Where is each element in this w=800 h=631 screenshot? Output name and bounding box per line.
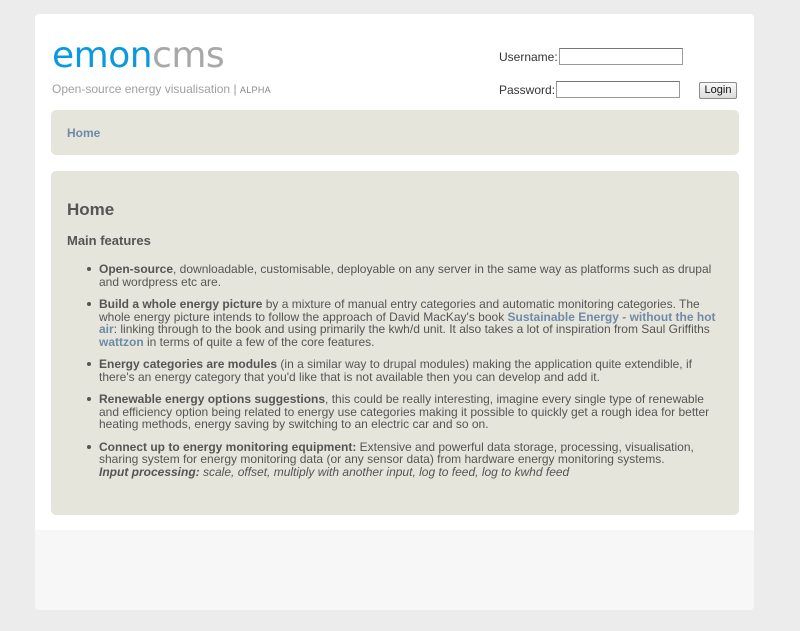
feature-modules: Energy categories are modules (in a simi… — [83, 358, 723, 383]
feature-open-source: Open-source, downloadable, customisable,… — [83, 263, 723, 288]
feature-energy-picture: Build a whole energy picture by a mixtur… — [83, 298, 723, 348]
username-label: Username: — [499, 50, 558, 64]
breadcrumb-home-link[interactable]: Home — [67, 126, 100, 140]
wattzon-link[interactable]: wattzon — [99, 335, 144, 349]
breadcrumb: Home — [51, 110, 739, 155]
password-input[interactable] — [556, 81, 680, 98]
password-label: Password: — [499, 83, 556, 97]
page-title: Home — [67, 200, 115, 219]
username-input[interactable] — [559, 48, 683, 65]
features-list: Open-source, downloadable, customisable,… — [83, 263, 723, 488]
feature-renewable-suggestions: Renewable energy options suggestions, th… — [83, 393, 723, 431]
emoncms-logo: emoncms — [52, 34, 225, 78]
tagline: Open-source energy visualisation | ALPHA — [52, 82, 271, 96]
logo-emon-text: emon — [52, 35, 153, 76]
footer-area — [35, 530, 754, 610]
tagline-text: Open-source energy visualisation — [52, 82, 231, 96]
tagline-separator: | — [233, 82, 237, 96]
alpha-badge: ALPHA — [239, 85, 271, 95]
login-button[interactable]: Login — [699, 82, 737, 99]
feature-text: , downloadable, customisable, deployable… — [99, 262, 712, 289]
logo-cms-text: cms — [152, 35, 225, 76]
feature-text: in terms of quite a few of the core feat… — [143, 334, 375, 349]
feature-monitoring-equipment: Connect up to energy monitoring equipmen… — [83, 440, 723, 479]
section-title: Main features — [67, 233, 151, 248]
input-processing-text: scale, offset, multiply with another inp… — [199, 464, 570, 479]
main-content: Home Main features Open-source, download… — [51, 171, 739, 515]
page-container: emoncms Open-source energy visualisation… — [35, 14, 754, 610]
input-processing-heading: Input processing: — [99, 464, 200, 479]
